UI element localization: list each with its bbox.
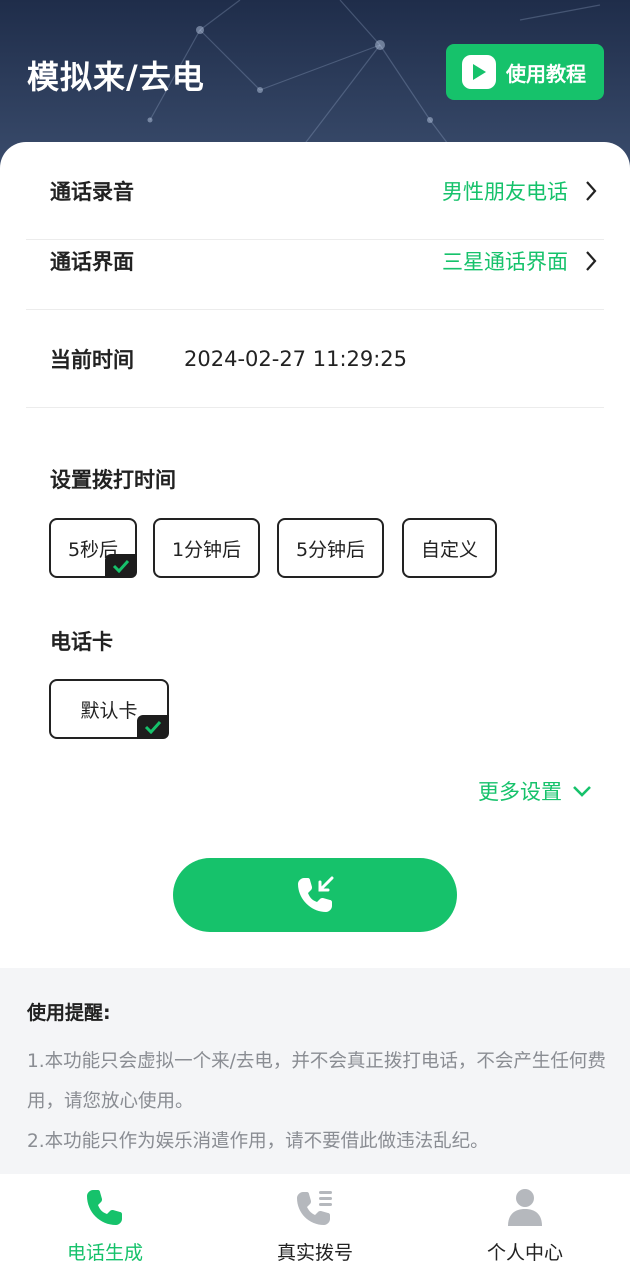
person-icon <box>508 1189 542 1226</box>
tutorial-label: 使用教程 <box>506 61 586 86</box>
tips-title: 使用提醒: <box>27 1002 111 1024</box>
option-label: 1分钟后 <box>171 538 242 561</box>
check-icon <box>137 715 169 739</box>
current-time-value: 2024-02-27 11:29:25 <box>184 346 408 371</box>
dial-option-5min[interactable]: 5分钟后 <box>277 518 384 578</box>
dial-time-title: 设置拨打时间 <box>50 468 176 492</box>
sim-title: 电话卡 <box>50 630 113 654</box>
sim-option-default[interactable]: 默认卡 <box>49 679 169 739</box>
recording-value: 男性朋友电话 <box>442 179 568 204</box>
tab-real-dial[interactable]: 真实拨号 <box>210 1174 420 1280</box>
interface-label: 通话界面 <box>50 249 134 274</box>
option-label: 自定义 <box>420 538 478 561</box>
tip-line-2: 2.本功能只作为娱乐消遣作用，请不要借此做违法乱纪。 <box>27 1131 489 1152</box>
check-icon <box>105 554 137 578</box>
current-time-row: 当前时间 2024-02-27 11:29:25 <box>26 310 604 408</box>
phone-list-icon <box>297 1191 332 1225</box>
settings-card: 通话录音 男性朋友电话 通话界面 三星通话界面 当前时间 2024-02-27 … <box>0 142 630 968</box>
option-label: 5分钟后 <box>295 538 366 561</box>
chevron-down-icon <box>573 786 591 797</box>
more-settings-button[interactable]: 更多设置 <box>478 776 592 806</box>
tab-label: 电话生成 <box>66 1242 143 1264</box>
tips-text: 1.本功能只会虚拟一个来/去电，并不会真正拨打电话，不会产生任何费用，请您放心使… <box>27 1042 607 1162</box>
phone-icon <box>87 1190 122 1225</box>
tutorial-button[interactable]: 使用教程 <box>446 44 604 100</box>
tab-label: 个人中心 <box>486 1242 563 1264</box>
tip-line-1: 1.本功能只会虚拟一个来/去电，并不会真正拨打电话，不会产生任何费用，请您放心使… <box>27 1051 606 1112</box>
tab-phone-generate[interactable]: 电话生成 <box>0 1174 210 1280</box>
option-label: 默认卡 <box>80 699 138 722</box>
incoming-call-icon <box>298 876 334 912</box>
current-time-label: 当前时间 <box>50 347 134 372</box>
generate-call-button[interactable] <box>173 858 457 932</box>
dial-option-5s[interactable]: 5秒后 <box>49 518 137 578</box>
more-settings-label: 更多设置 <box>478 780 562 804</box>
chevron-right-icon <box>586 250 597 271</box>
interface-row[interactable]: 通话界面 三星通话界面 <box>26 212 604 310</box>
dial-option-1min[interactable]: 1分钟后 <box>153 518 260 578</box>
dial-option-custom[interactable]: 自定义 <box>402 518 497 578</box>
recording-label: 通话录音 <box>50 179 134 204</box>
tab-personal-center[interactable]: 个人中心 <box>420 1174 630 1280</box>
page-title: 模拟来/去电 <box>27 58 205 96</box>
interface-value: 三星通话界面 <box>442 249 568 274</box>
play-icon <box>462 55 496 89</box>
chevron-right-icon <box>586 180 597 201</box>
tab-label: 真实拨号 <box>276 1242 353 1264</box>
bottom-tab-bar: 电话生成 真实拨号 个人中心 <box>0 1174 630 1280</box>
usage-tips: 使用提醒: 1.本功能只会虚拟一个来/去电，并不会真正拨打电话，不会产生任何费用… <box>0 968 630 1174</box>
